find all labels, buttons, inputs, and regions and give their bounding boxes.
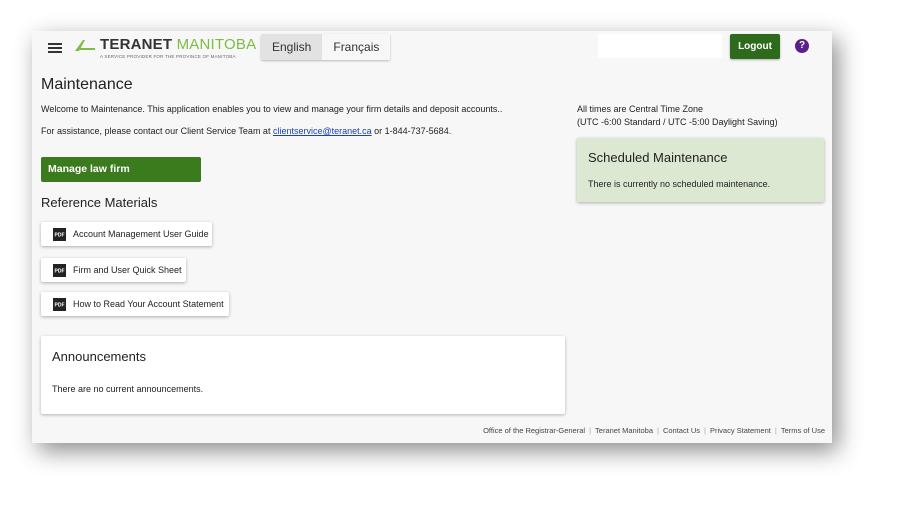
assistance-text: For assistance, please contact our Clien… [41,126,451,136]
language-switcher: English Français [261,34,391,60]
doc-label: Firm and User Quick Sheet [73,265,182,275]
pdf-icon-label: PDF [55,233,65,239]
doc-read-account-statement-button[interactable]: PDF How to Read Your Account Statement [41,292,229,316]
reference-materials-heading: Reference Materials [41,195,158,210]
header-input[interactable] [598,34,722,58]
manage-law-firm-button[interactable]: Manage law firm [41,157,201,182]
doc-account-management-guide-button[interactable]: PDF Account Management User Guide [41,222,212,246]
page-title: Maintenance [41,76,133,93]
pdf-file-icon: PDF [53,228,66,241]
teranet-logo-mark-icon [75,40,95,51]
footer-separator: | [656,426,659,435]
brand-tagline: A SERVICE PROVIDER FOR THE PROVINCE OF M… [100,54,236,59]
footer-separator: | [704,426,706,435]
doc-firm-user-quick-sheet-button[interactable]: PDF Firm and User Quick Sheet [41,258,186,282]
scheduled-maintenance-text: There is currently no scheduled maintena… [588,179,771,189]
footer-separator: | [589,426,592,435]
brand-light: MANITOBA [172,36,257,53]
footer-link-terms[interactable]: Terms of Use [781,426,825,435]
app-window: TERANET MANITOBA A SERVICE PROVIDER FOR … [32,31,832,443]
footer-link-registrar[interactable]: Office of the Registrar-General [483,426,585,435]
announcements-card: Announcements There are no current annou… [41,336,565,414]
footer-links: Office of the Registrar-General | Teranet … [483,426,825,435]
doc-label: How to Read Your Account Statement [73,299,224,309]
assist-prefix: For assistance, please contact our Clien… [41,126,273,136]
scheduled-maintenance-card: Scheduled Maintenance There is currently… [577,138,824,202]
footer-link-contact[interactable]: Contact Us [663,426,700,435]
scheduled-maintenance-heading: Scheduled Maintenance [588,150,728,165]
hamburger-icon[interactable] [48,43,62,53]
footer-link-teranet-manitoba[interactable]: Teranet Manitoba [595,426,653,435]
brand-name: TERANET MANITOBA [100,36,256,53]
assist-suffix: or 1-844-737-5684. [371,126,452,136]
pdf-file-icon: PDF [53,264,66,277]
support-email-link[interactable]: clientservice@teranet.ca [273,126,372,136]
pdf-icon-label: PDF [55,303,65,309]
pdf-file-icon: PDF [53,298,66,311]
announcements-heading: Announcements [52,349,146,364]
language-french-button[interactable]: Français [322,34,391,60]
language-english-button[interactable]: English [261,34,323,60]
timezone-line-1: All times are Central Time Zone [577,104,704,114]
doc-label: Account Management User Guide [73,229,209,239]
timezone-line-2: (UTC -6:00 Standard / UTC -5:00 Daylight… [577,117,778,127]
top-bar: TERANET MANITOBA A SERVICE PROVIDER FOR … [32,31,832,63]
announcements-text: There are no current announcements. [52,384,204,394]
footer-link-privacy[interactable]: Privacy Statement [710,426,771,435]
logout-button[interactable]: Logout [730,34,780,59]
pdf-icon-label: PDF [55,269,65,275]
footer-separator: | [774,426,777,435]
welcome-text: Welcome to Maintenance. This application… [41,104,503,114]
help-icon[interactable]: ? [795,39,809,53]
brand-bold: TERANET [100,36,173,53]
